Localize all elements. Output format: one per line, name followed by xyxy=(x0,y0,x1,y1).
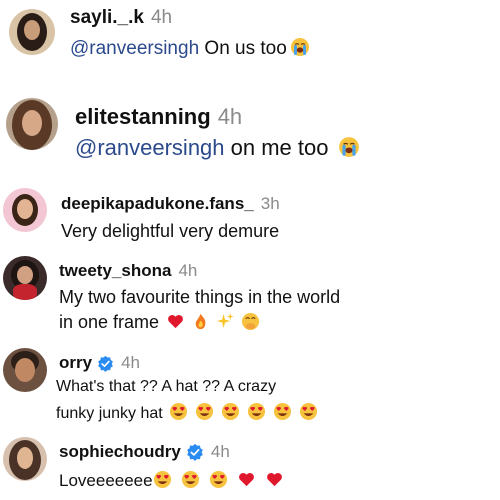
heart-eyes-icon xyxy=(181,470,200,489)
heart-eyes-icon xyxy=(153,470,172,489)
verified-badge-icon xyxy=(97,355,114,372)
comment-item: deepikapadukone.fans_ 3h Very delightful… xyxy=(0,182,500,246)
fire-icon xyxy=(191,312,210,331)
heart-eyes-icon xyxy=(195,402,214,421)
comment-timestamp: 4h xyxy=(210,442,230,461)
avatar[interactable] xyxy=(3,188,47,232)
avatar[interactable] xyxy=(9,9,55,55)
avatar[interactable] xyxy=(3,256,47,300)
comment-username[interactable]: sayli._.k xyxy=(70,7,144,29)
heart-eyes-icon xyxy=(273,402,292,421)
comment-text: My two favourite things in the world xyxy=(59,287,341,307)
red-heart-icon xyxy=(265,470,284,489)
comment-text: funky junky hat xyxy=(56,402,318,423)
verified-badge-icon xyxy=(186,443,204,461)
comment-item: tweety_shona 4h My two favourite things … xyxy=(0,252,500,336)
comment-timestamp: 4h xyxy=(178,261,198,280)
heart-eyes-icon xyxy=(247,402,266,421)
sparkles-icon xyxy=(216,312,235,331)
crying-face-icon xyxy=(290,37,310,57)
comment-username[interactable]: sophiechoudry xyxy=(59,442,181,462)
comment-text: Very delightful very demure xyxy=(61,221,280,241)
heart-eyes-icon xyxy=(169,402,188,421)
comment-item: sophiechoudry 4h Loveeeeeee xyxy=(0,432,500,500)
comment-text: in one frame xyxy=(59,312,260,333)
red-heart-icon xyxy=(166,312,185,331)
avatar[interactable] xyxy=(3,348,47,392)
comment-text: Loveeeeeee xyxy=(59,470,284,491)
comment-timestamp: 3h xyxy=(260,194,280,213)
crying-face-icon xyxy=(338,136,360,158)
avatar[interactable] xyxy=(3,437,47,481)
comment-item: elitestanning 4h @ranveersingh on me too xyxy=(0,88,500,168)
comment-timestamp: 4h xyxy=(150,7,173,28)
comment-username[interactable]: deepikapadukone.fans_ xyxy=(61,194,254,214)
heart-eyes-icon xyxy=(209,470,228,489)
comment-username[interactable]: elitestanning xyxy=(75,104,211,130)
mention-link[interactable]: @ranveersingh xyxy=(75,135,225,160)
comment-text: @ranveersingh on me too xyxy=(75,135,360,161)
red-heart-icon xyxy=(237,470,256,489)
comment-item: orry 4h What's that ?? A hat ?? A crazy … xyxy=(0,342,500,426)
comment-text: @ranveersingh On us too xyxy=(70,37,310,60)
comment-username[interactable]: orry xyxy=(59,353,92,373)
comment-item: sayli._.k 4h @ranveersingh On us too xyxy=(0,0,500,64)
comment-timestamp: 4h xyxy=(217,104,243,129)
heart-eyes-icon xyxy=(221,402,240,421)
mention-link[interactable]: @ranveersingh xyxy=(70,38,199,59)
heart-eyes-icon xyxy=(299,402,318,421)
avatar[interactable] xyxy=(6,98,58,150)
hand-over-mouth-icon xyxy=(241,312,260,331)
comment-username[interactable]: tweety_shona xyxy=(59,261,171,281)
comment-text: What's that ?? A hat ?? A crazy xyxy=(56,378,277,395)
comment-timestamp: 4h xyxy=(121,353,140,372)
